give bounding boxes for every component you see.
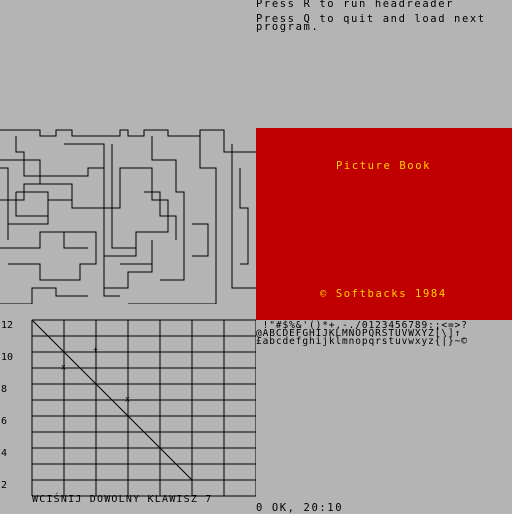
book-title: Picture Book xyxy=(336,160,432,172)
y-tick-label: 6 xyxy=(1,416,7,427)
y-tick-label: 8 xyxy=(1,384,7,395)
data-point-marker: x xyxy=(61,362,66,371)
y-tick-label: 4 xyxy=(1,448,7,459)
maze-drawing xyxy=(0,129,256,304)
y-tick-label: 10 xyxy=(1,352,13,363)
charset-row-3: £abcdefghijklmnopqrstuvwxyz{|}~© xyxy=(256,336,468,347)
y-tick-label: 12 xyxy=(1,320,13,331)
picture-book-title-screen: Picture Book © Softbacks 1984 xyxy=(256,128,512,320)
copyright-notice: © Softbacks 1984 xyxy=(320,288,447,300)
line-graph: x + x 12 10 8 6 4 2 WCIŚNIJ DOWOLNY KLAWISZ 7 xyxy=(1,319,256,505)
graph-label-layer: 12 10 8 6 4 2 WCIŚNIJ DOWOLNY KLAWISZ 7 xyxy=(1,320,213,505)
data-point-marker: x xyxy=(125,394,130,403)
y-tick-label: 2 xyxy=(1,480,7,491)
run-headreader-instruction: Press R to run headreader xyxy=(256,0,455,10)
quit-instruction-continued: program. xyxy=(256,21,320,33)
graph-grid xyxy=(31,319,256,497)
x-axis-label: WCIŚNIJ DOWOLNY KLAWISZ 7 xyxy=(32,492,213,505)
data-point-marker: + xyxy=(93,345,98,354)
